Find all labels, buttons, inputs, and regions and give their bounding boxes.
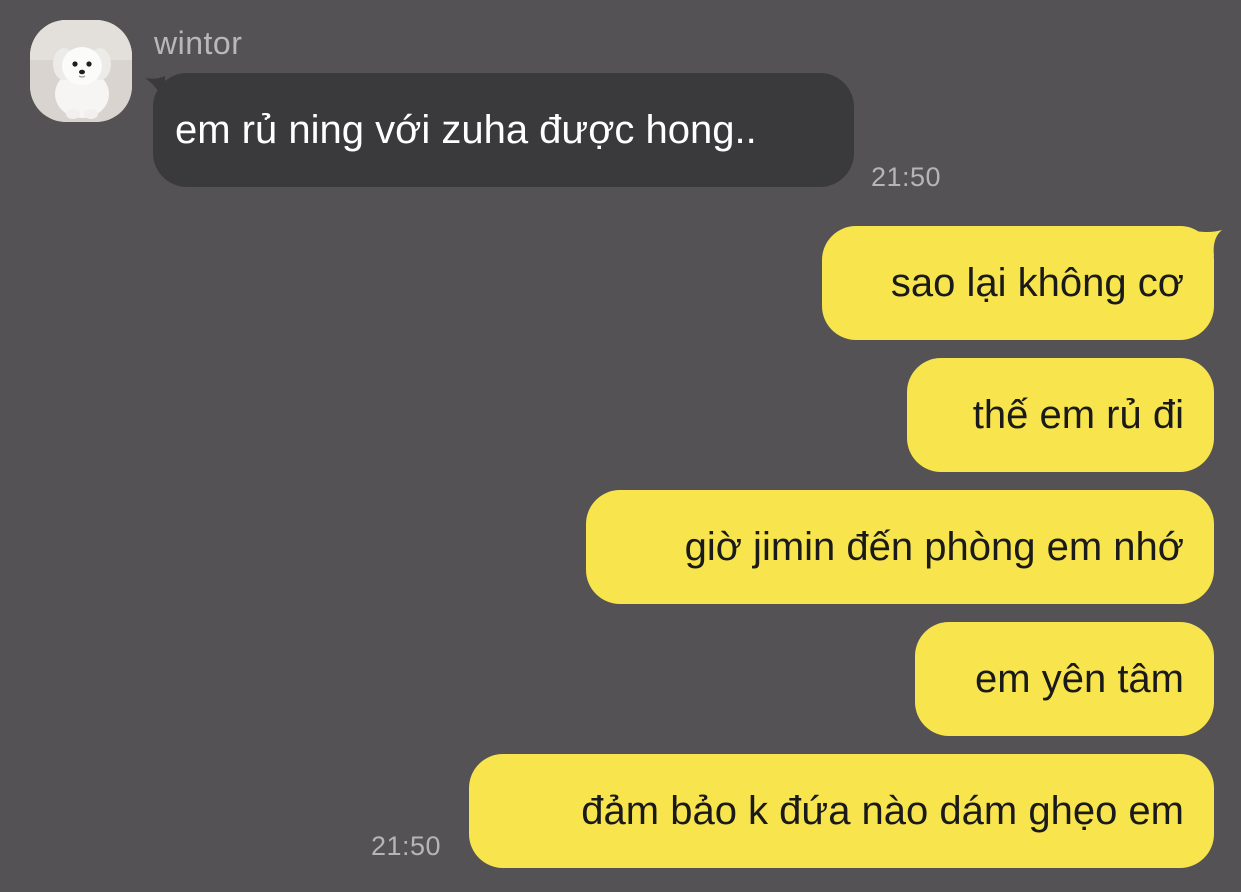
- outgoing-message-bubble[interactable]: đảm bảo k đứa nào dám ghẹo em: [469, 754, 1214, 868]
- avatar[interactable]: [30, 20, 132, 122]
- incoming-message-bubble[interactable]: em rủ ning với zuha được hong..: [153, 73, 854, 187]
- outgoing-message-bubble[interactable]: sao lại không cơ: [822, 226, 1214, 340]
- outgoing-message-bubble[interactable]: thế em rủ đi: [907, 358, 1214, 472]
- chat-thread: wintor em rủ ning với zuha được hong.. 2…: [0, 0, 1241, 892]
- white-dog-icon: [30, 20, 132, 122]
- outgoing-timestamp: 21:50: [371, 831, 442, 861]
- incoming-timestamp: 21:50: [871, 162, 942, 192]
- sender-name: wintor: [154, 25, 243, 61]
- outgoing-message-bubble[interactable]: giờ jimin đến phòng em nhớ: [586, 490, 1214, 604]
- outgoing-message-bubble[interactable]: em yên tâm: [915, 622, 1214, 736]
